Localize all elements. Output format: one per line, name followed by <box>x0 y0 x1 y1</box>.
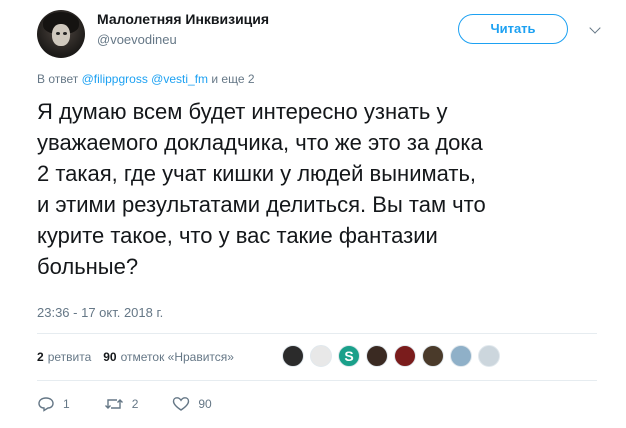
liker-avatar[interactable] <box>422 345 444 367</box>
avatar-eye <box>56 32 60 35</box>
like-action[interactable]: 90 <box>172 396 212 412</box>
reply-prefix: В ответ <box>37 72 79 86</box>
retweet-count: 2 <box>131 397 139 411</box>
tweet-header: Малолетняя Инквизиция @voevodineu Читать <box>37 6 601 58</box>
mention-link[interactable]: @filippgross <box>82 72 148 86</box>
divider <box>37 333 597 334</box>
liker-avatar[interactable] <box>366 345 388 367</box>
likes-stat[interactable]: 90 отметок «Нравится» <box>103 350 234 364</box>
liker-avatar[interactable] <box>394 345 416 367</box>
avatar-eye <box>63 32 67 35</box>
liker-avatar[interactable] <box>310 345 332 367</box>
retweets-label: ретвита <box>47 350 92 364</box>
reply-icon <box>38 397 54 412</box>
reply-action[interactable]: 1 <box>37 396 70 412</box>
reply-count: 1 <box>63 397 70 411</box>
liker-avatar[interactable]: S <box>338 345 360 367</box>
follow-button[interactable]: Читать <box>458 14 568 44</box>
liker-avatar[interactable] <box>450 345 472 367</box>
retweets-stat[interactable]: 2 ретвита <box>37 350 91 364</box>
likes-label: отметок «Нравится» <box>120 350 234 364</box>
like-count: 90 <box>198 397 212 411</box>
mention-link[interactable]: @vesti_fm <box>151 72 208 86</box>
retweet-action[interactable]: 2 <box>104 396 139 412</box>
divider <box>37 380 597 381</box>
author-name[interactable]: Малолетняя Инквизиция <box>97 11 269 27</box>
reply-suffix[interactable]: и еще 2 <box>211 72 254 86</box>
liker-avatar[interactable] <box>282 345 304 367</box>
liker-avatar[interactable] <box>478 345 500 367</box>
retweets-count: 2 <box>37 350 44 364</box>
tweet-timestamp[interactable]: 23:36 - 17 окт. 2018 г. <box>37 305 163 320</box>
heart-icon <box>173 397 190 411</box>
tweet-text: Я думаю всем будет интересно узнать у ув… <box>37 99 486 279</box>
tweet-stats: 2 ретвита 90 отметок «Нравится» <box>37 350 246 364</box>
author-handle[interactable]: @voevodineu <box>97 32 177 47</box>
likers-avatars: S <box>282 345 506 367</box>
avatar-face <box>52 24 70 46</box>
tweet-actions: 1 2 90 <box>37 396 246 412</box>
retweet-icon <box>104 399 123 409</box>
chevron-down-icon[interactable] <box>589 22 601 34</box>
liker-avatar-letter: S <box>344 348 354 364</box>
likes-count: 90 <box>103 350 117 364</box>
reply-context: В ответ @filippgross @vesti_fm и еще 2 <box>37 72 255 86</box>
avatar[interactable] <box>37 10 85 58</box>
